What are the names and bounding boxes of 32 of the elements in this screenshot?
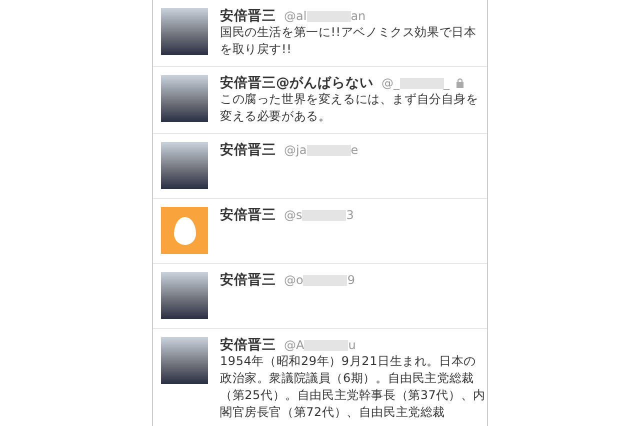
blurred-text bbox=[303, 274, 348, 286]
user-handle[interactable]: _ bbox=[444, 76, 450, 90]
user-handle[interactable]: @o bbox=[284, 273, 304, 287]
user-bio: 国民の生活を第一に!!アベノミクス効果で日本を取り戻す!! bbox=[220, 24, 478, 58]
user-handle[interactable]: u bbox=[348, 338, 356, 352]
user-handle[interactable]: 9 bbox=[347, 273, 355, 287]
user-handle[interactable]: @s bbox=[284, 208, 302, 222]
user-name[interactable]: 安倍晋三 bbox=[220, 7, 276, 25]
user-handle[interactable]: @_ bbox=[382, 76, 400, 90]
user-handle[interactable]: @A bbox=[284, 338, 304, 352]
blurred-text bbox=[400, 78, 444, 88]
avatar-photo-placeholder[interactable] bbox=[161, 8, 208, 55]
user-handle[interactable]: an bbox=[350, 9, 366, 23]
user-handle[interactable]: @ja bbox=[284, 143, 307, 157]
user-name[interactable]: 安倍晋三 bbox=[220, 271, 276, 289]
avatar-photo-placeholder[interactable] bbox=[161, 75, 208, 122]
user-handle[interactable]: e bbox=[350, 143, 358, 157]
user-name[interactable]: 安倍晋三@がんばらない bbox=[220, 74, 374, 92]
avatar-photo-placeholder[interactable] bbox=[161, 272, 208, 319]
user-handle[interactable]: @al bbox=[284, 9, 307, 23]
user-handle[interactable]: 3 bbox=[346, 208, 354, 222]
user-name[interactable]: 安倍晋三 bbox=[220, 141, 276, 159]
blurred-text bbox=[306, 144, 351, 156]
user-bio: 1954年（昭和29年）9月21日生まれ。日本の政治家。衆議院議員（6期）。自由民主党総裁（第25代）。自由民主党幹事長（第37代）、内閣官房長官（第72代）、自由民主党総裁 bbox=[220, 353, 486, 421]
user-bio: この腐った世界を変えるには、まず自分自身を変える必要がある。 bbox=[220, 91, 480, 125]
blurred-text bbox=[306, 10, 351, 22]
user-name[interactable]: 安倍晋三 bbox=[220, 206, 276, 224]
blurred-text bbox=[302, 210, 346, 220]
avatar-photo-placeholder[interactable] bbox=[161, 142, 208, 189]
blurred-text bbox=[304, 340, 348, 350]
avatar-photo-placeholder[interactable] bbox=[161, 337, 208, 384]
user-name[interactable]: 安倍晋三 bbox=[220, 336, 276, 354]
